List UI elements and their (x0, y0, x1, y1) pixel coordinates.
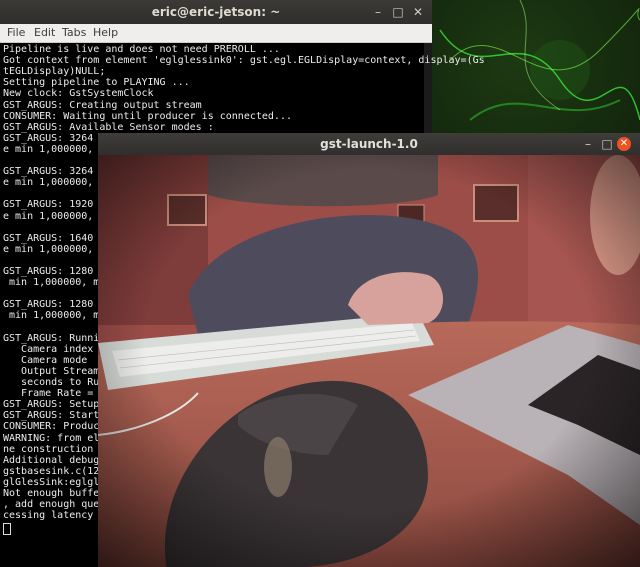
terminal-line: CONSUMER: Producer (3, 421, 112, 433)
terminal-line: Frame Rate = 21 (3, 388, 112, 400)
terminal-line: seconds to Run (3, 377, 106, 388)
camera-window[interactable]: gst-launch-1.0 – □ ✕ (98, 133, 640, 567)
terminal-line: GST_ARGUS: Available Sensor modes : (3, 121, 214, 133)
terminal-line: New clock: GstSystemClock (3, 88, 154, 100)
camera-title: gst-launch-1.0 (320, 137, 418, 151)
terminal-line: GST_ARGUS: Running (3, 332, 112, 344)
terminal-line: e min 1,000000, ma (3, 243, 112, 255)
terminal-line: GST_ARGUS: 1280 x (3, 299, 106, 311)
terminal-line: Setting pipeline to PLAYING ... (3, 77, 190, 89)
terminal-line: gstbasesink.c(1209 (3, 465, 112, 477)
terminal-line: Got context from element 'eglglessink0':… (3, 55, 485, 67)
terminal-menubar: File Edit Tabs Help (0, 24, 432, 43)
terminal-line: Not enough bufferi (3, 488, 112, 499)
minimize-icon[interactable]: – (370, 4, 386, 20)
terminal-titlebar[interactable]: eric@eric-jetson: ~ – □ ✕ (0, 0, 432, 24)
menu-help[interactable]: Help (93, 26, 118, 39)
terminal-cursor (3, 523, 11, 535)
terminal-line: Output Stream W (3, 365, 112, 377)
terminal-line: GST_ARGUS: Startin (3, 410, 112, 422)
menu-tabs[interactable]: Tabs (62, 26, 86, 39)
camera-video-frame (98, 155, 640, 567)
terminal-line: ne construction is (3, 443, 112, 455)
menu-file[interactable]: File (7, 26, 25, 39)
terminal-title: eric@eric-jetson: ~ (151, 5, 281, 19)
terminal-line: WARNING: from elem (3, 432, 112, 444)
terminal-line: GST_ARGUS: Creating output stream (3, 99, 202, 111)
terminal-line: min 1,000000, max (3, 310, 112, 322)
terminal-line: , add enough queue (3, 499, 112, 511)
terminal-line: glGlesSink:eglgles (3, 476, 112, 488)
terminal-line: GST_ARGUS: Setup C (3, 399, 112, 411)
terminal-line: min 1,000000, max (3, 277, 112, 289)
minimize-icon[interactable]: – (580, 136, 596, 152)
terminal-line: e min 1,000000, ma (3, 143, 112, 155)
terminal-line: Additional debug i (3, 454, 112, 466)
terminal-line: GST_ARGUS: 1920 x (3, 199, 106, 211)
terminal-line: CONSUMER: Waiting until producer is conn… (3, 110, 292, 122)
menu-edit[interactable]: Edit (34, 26, 55, 39)
terminal-line: GST_ARGUS: 1280 x (3, 266, 106, 277)
terminal-line: tEGLDisplay)NULL; (3, 66, 106, 78)
camera-titlebar[interactable]: gst-launch-1.0 – □ ✕ (98, 133, 640, 155)
terminal-line: e min 1,000000, ma (3, 177, 112, 189)
maximize-icon[interactable]: □ (390, 4, 406, 20)
terminal-line: GST_ARGUS: 3264 x (3, 166, 106, 178)
terminal-line: Pipeline is live and does not need PRERO… (3, 44, 280, 55)
close-icon[interactable]: ✕ (617, 137, 631, 151)
maximize-icon[interactable]: □ (599, 136, 615, 152)
terminal-line: cessing latency to (3, 510, 112, 522)
terminal-line: e min 1,000000, ma (3, 210, 112, 222)
terminal-line: GST_ARGUS: 1640 x (3, 232, 106, 244)
terminal-line: Camera mode = (3, 354, 106, 366)
terminal-line: Camera index = (3, 343, 106, 355)
terminal-line: GST_ARGUS: 3264 x (3, 132, 106, 144)
close-icon[interactable]: ✕ (410, 4, 426, 20)
